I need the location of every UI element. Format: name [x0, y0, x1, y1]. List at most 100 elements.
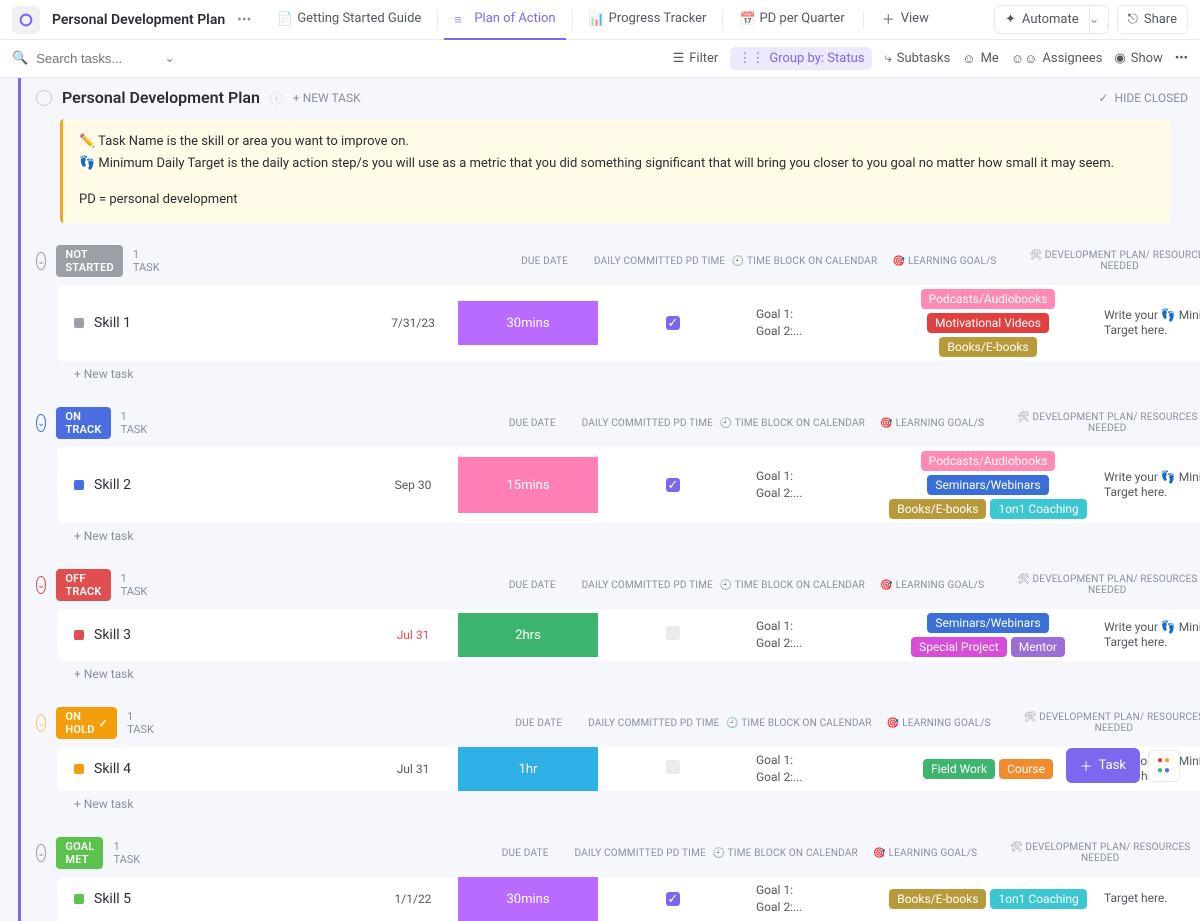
tab-getting-started-guide[interactable]: 📄Getting Started Guide: [267, 0, 431, 40]
task-name[interactable]: Skill 3: [94, 627, 131, 643]
hide-closed-button[interactable]: ✓HIDE CLOSED: [1098, 91, 1188, 105]
resources-cell[interactable]: Books/E-books1on1 Coaching: [878, 885, 1098, 913]
status-square-icon[interactable]: [74, 894, 84, 904]
task-name[interactable]: Skill 4: [94, 761, 131, 777]
add-task-row[interactable]: + New task: [24, 361, 1200, 395]
col-due[interactable]: DUE DATE: [500, 256, 590, 267]
resource-tag[interactable]: Special Project: [911, 637, 1007, 657]
col-time[interactable]: DAILY COMMITTED PD TIME: [590, 256, 730, 267]
col-due[interactable]: DUE DATE: [487, 418, 577, 429]
learning-goals-cell[interactable]: Goal 1:Goal 2:...: [748, 302, 878, 344]
col-block[interactable]: 🕘 TIME BLOCK ON CALENDAR: [717, 580, 867, 591]
new-task-link[interactable]: + NEW TASK: [293, 91, 361, 105]
col-plan[interactable]: 🛠 DEVELOPMENT PLAN/ RESOURCES NEEDED: [997, 412, 1200, 434]
minimum-daily-cell[interactable]: Write your 👣 Minimum Target here.: [1098, 308, 1200, 339]
time-block-cell[interactable]: ✓: [598, 316, 748, 331]
status-square-icon[interactable]: [74, 318, 84, 328]
add-task-row[interactable]: + New task: [24, 661, 1200, 695]
resource-tag[interactable]: 1on1 Coaching: [990, 499, 1086, 519]
automate-button[interactable]: ✦Automate: [994, 5, 1090, 34]
learning-goals-cell[interactable]: Goal 1:Goal 2:...: [748, 748, 878, 790]
show-button[interactable]: ◉Show: [1114, 51, 1162, 66]
resources-cell[interactable]: Seminars/Webinars Special ProjectMentor: [878, 609, 1098, 661]
col-goals[interactable]: 🎯 LEARNING GOAL/S: [874, 718, 1004, 729]
task-name[interactable]: Skill 5: [94, 891, 131, 907]
status-square-icon[interactable]: [74, 630, 84, 640]
col-goals[interactable]: 🎯 LEARNING GOAL/S: [880, 256, 1010, 267]
col-time[interactable]: DAILY COMMITTED PD TIME: [577, 580, 717, 591]
resource-tag[interactable]: Podcasts/Audiobooks: [921, 451, 1056, 471]
status-pill[interactable]: ON TRACK: [56, 407, 110, 439]
tab-plan-of-action[interactable]: ≡Plan of Action: [444, 0, 565, 40]
status-pill[interactable]: GOAL MET: [56, 837, 103, 869]
committed-time-cell[interactable]: 1hr: [458, 747, 598, 791]
col-time[interactable]: DAILY COMMITTED PD TIME: [584, 718, 724, 729]
resource-tag[interactable]: Field Work: [923, 759, 995, 779]
col-due[interactable]: DUE DATE: [494, 718, 584, 729]
committed-time-cell[interactable]: 30mins: [458, 301, 598, 345]
task-row[interactable]: Skill 1 7/31/23 30mins ✓ Goal 1:Goal 2:.…: [58, 285, 1200, 361]
committed-time-cell[interactable]: 15mins: [458, 457, 598, 513]
tab-pd-per-quarter[interactable]: 📅PD per Quarter: [729, 0, 854, 40]
collapse-group-icon[interactable]: ⌄: [36, 844, 46, 862]
status-pill[interactable]: ON HOLD ✓: [56, 707, 117, 739]
col-goals[interactable]: 🎯 LEARNING GOAL/S: [860, 848, 990, 859]
group-by-button[interactable]: ⋮⋮Group by: Status: [730, 47, 872, 70]
due-date-cell[interactable]: Jul 31: [368, 762, 458, 776]
resource-tag[interactable]: 1on1 Coaching: [990, 889, 1086, 909]
col-block[interactable]: 🕘 TIME BLOCK ON CALENDAR: [717, 418, 867, 429]
checkbox-icon[interactable]: ✓: [666, 892, 680, 906]
col-goals[interactable]: 🎯 LEARNING GOAL/S: [867, 418, 997, 429]
col-block[interactable]: 🕘 TIME BLOCK ON CALENDAR: [724, 718, 874, 729]
col-plan[interactable]: 🛠 DEVELOPMENT PLAN/ RESOURCES NEEDED: [1004, 712, 1200, 734]
minimum-daily-cell[interactable]: Target here.: [1098, 891, 1200, 907]
task-row[interactable]: Skill 2 Sep 30 15mins ✓ Goal 1:Goal 2:..…: [58, 447, 1200, 523]
resource-tag[interactable]: Motivational Videos: [927, 313, 1049, 333]
resource-tag[interactable]: Seminars/Webinars: [927, 613, 1048, 633]
committed-time-cell[interactable]: 30mins: [458, 877, 598, 921]
learning-goals-cell[interactable]: Goal 1:Goal 2:...: [748, 464, 878, 506]
minimum-daily-cell[interactable]: Write your 👣 Minimum Target here.: [1098, 470, 1200, 501]
checkbox-icon[interactable]: ✓: [666, 316, 680, 330]
more-options[interactable]: •••: [1175, 51, 1188, 66]
filter-button[interactable]: ☰Filter: [673, 51, 719, 66]
tab-progress-tracker[interactable]: 📊Progress Tracker: [579, 0, 717, 40]
checkbox-icon[interactable]: ✓: [666, 478, 680, 492]
minimum-daily-cell[interactable]: Write your 👣 Minimum Target here.: [1098, 620, 1200, 651]
task-name[interactable]: Skill 2: [94, 477, 131, 493]
resource-tag[interactable]: Podcasts/Audiobooks: [921, 289, 1056, 309]
status-pill[interactable]: OFF TRACK: [56, 569, 110, 601]
col-plan[interactable]: 🛠 DEVELOPMENT PLAN/ RESOURCES NEEDED: [997, 574, 1200, 596]
collapse-group-icon[interactable]: ⌄: [36, 714, 46, 732]
due-date-cell[interactable]: Jul 31: [368, 628, 458, 642]
col-plan[interactable]: 🛠 DEVELOPMENT PLAN/ RESOURCES NEEDED: [990, 842, 1200, 864]
automate-dropdown[interactable]: ⌄: [1081, 5, 1109, 34]
app-logo[interactable]: [12, 6, 40, 34]
col-due[interactable]: DUE DATE: [487, 580, 577, 591]
task-row[interactable]: Skill 3 Jul 31 2hrs Goal 1:Goal 2:... Se…: [58, 609, 1200, 661]
learning-goals-cell[interactable]: Goal 1:Goal 2:...: [748, 878, 878, 920]
learning-goals-cell[interactable]: Goal 1:Goal 2:...: [748, 614, 878, 656]
more-icon[interactable]: •••: [233, 12, 255, 28]
col-time[interactable]: DAILY COMMITTED PD TIME: [570, 848, 710, 859]
share-button[interactable]: ⎋Share: [1117, 5, 1188, 34]
add-view-button[interactable]: ＋View: [872, 0, 939, 40]
new-task-fab[interactable]: ＋Task: [1066, 748, 1140, 783]
add-task-row[interactable]: + New task: [24, 523, 1200, 557]
chevron-down-icon[interactable]: ⌄: [164, 51, 175, 66]
status-square-icon[interactable]: [74, 480, 84, 490]
resources-cell[interactable]: Podcasts/AudiobooksMotivational VideosBo…: [878, 285, 1098, 361]
collapse-group-icon[interactable]: ⌄: [36, 414, 46, 432]
resource-tag[interactable]: Course: [999, 759, 1053, 779]
time-block-cell[interactable]: [598, 626, 748, 644]
status-pill[interactable]: NOT STARTED: [56, 245, 122, 277]
col-goals[interactable]: 🎯 LEARNING GOAL/S: [867, 580, 997, 591]
checkbox-icon[interactable]: [666, 626, 680, 640]
status-square-icon[interactable]: [74, 764, 84, 774]
apps-fab[interactable]: ●●●●: [1148, 750, 1180, 782]
col-plan[interactable]: 🛠 DEVELOPMENT PLAN/ RESOURCES NEEDED: [1010, 250, 1200, 272]
collapse-list-icon[interactable]: [36, 90, 52, 106]
me-button[interactable]: ☺Me: [962, 51, 999, 67]
task-name[interactable]: Skill 1: [94, 315, 131, 331]
resource-tag[interactable]: Mentor: [1011, 637, 1065, 657]
